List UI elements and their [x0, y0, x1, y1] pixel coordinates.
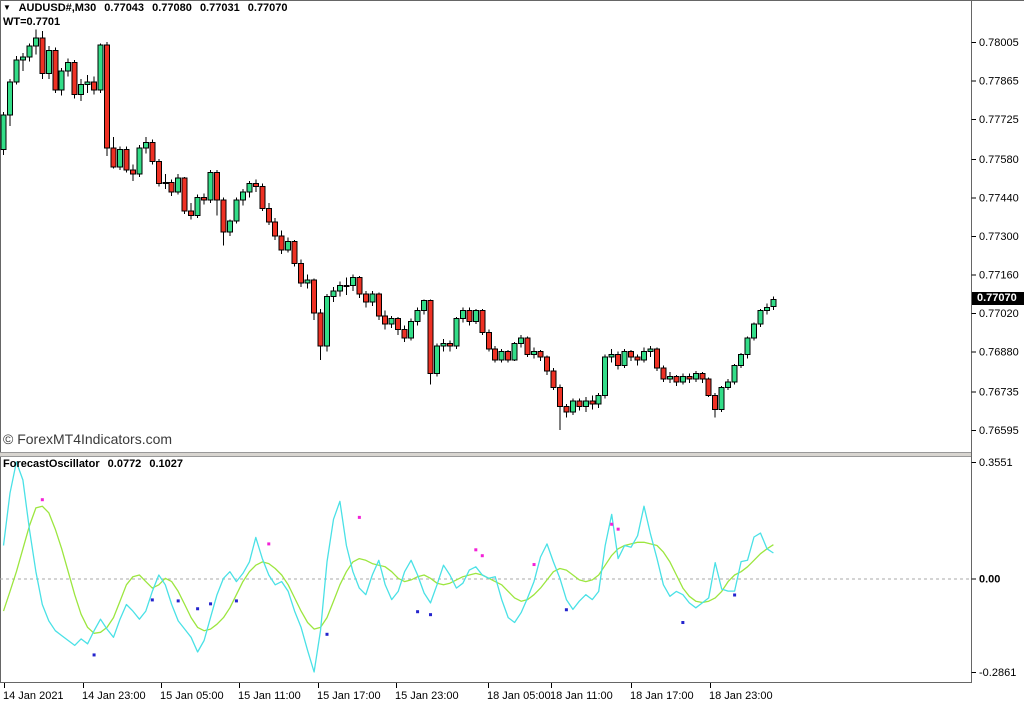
oscillator-panel[interactable] — [0, 457, 971, 682]
symbol-dropdown-icon[interactable]: ▼ — [3, 3, 11, 12]
oscillator-value-1: 0.0772 — [108, 458, 142, 470]
current-price-badge: 0.77070 — [972, 292, 1024, 305]
quote-high: 0.77080 — [152, 2, 192, 14]
price-axis[interactable] — [971, 0, 1024, 683]
mt4-chart-window: 0.780050.778650.777250.775800.774400.773… — [0, 0, 1024, 704]
quote-close: 0.77070 — [248, 2, 288, 14]
watermark-text: © ForexMT4Indicators.com — [3, 431, 172, 447]
oscillator-name: ForecastOscillator — [3, 458, 100, 470]
quote-open: 0.77043 — [104, 2, 144, 14]
oscillator-value-2: 0.1027 — [149, 458, 183, 470]
quote-line: ▼ AUDUSD#,M30 0.77043 0.77080 0.77031 0.… — [3, 2, 293, 14]
main-chart-panel[interactable] — [0, 0, 971, 452]
symbol-period-label: AUDUSD#,M30 — [19, 2, 97, 14]
oscillator-title-line: ForecastOscillator 0.0772 0.1027 — [3, 458, 188, 470]
time-axis[interactable] — [0, 683, 1024, 704]
quote-low: 0.77031 — [200, 2, 240, 14]
wt-indicator-label: WT=0.7701 — [3, 16, 60, 28]
